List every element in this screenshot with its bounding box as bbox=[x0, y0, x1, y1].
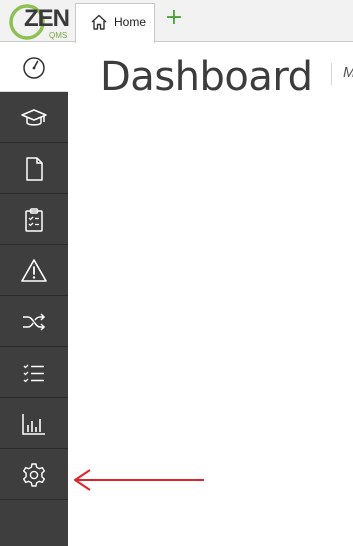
graduation-cap-icon bbox=[21, 108, 47, 126]
sidebar bbox=[0, 42, 68, 546]
top-bar: ZEN QMS Home + bbox=[0, 0, 353, 43]
sidebar-item-training[interactable] bbox=[0, 93, 68, 143]
home-icon bbox=[90, 13, 108, 31]
sidebar-item-audits[interactable] bbox=[0, 195, 68, 245]
truncated-header-text: M bbox=[343, 64, 353, 81]
warning-icon bbox=[21, 258, 47, 282]
header-divider bbox=[331, 63, 332, 85]
page-title: Dashboard bbox=[100, 54, 313, 100]
gear-icon bbox=[23, 462, 45, 487]
clipboard-checklist-icon bbox=[25, 207, 43, 232]
sidebar-item-checklists[interactable] bbox=[0, 348, 68, 398]
sidebar-item-dashboard[interactable] bbox=[0, 42, 68, 92]
sidebar-item-reports[interactable] bbox=[0, 399, 68, 449]
logo-text: ZEN bbox=[24, 5, 70, 32]
add-tab-button[interactable]: + bbox=[163, 6, 185, 30]
sidebar-item-settings[interactable] bbox=[0, 450, 68, 500]
zen-qms-logo[interactable]: ZEN QMS bbox=[8, 3, 70, 41]
document-icon bbox=[26, 156, 43, 181]
shuffle-icon bbox=[23, 312, 46, 331]
app-window: ZEN QMS Home + Dashboard bbox=[0, 0, 353, 546]
sidebar-item-risks[interactable] bbox=[0, 246, 68, 296]
tab-home[interactable]: Home bbox=[75, 3, 155, 43]
sidebar-item-documents[interactable] bbox=[0, 144, 68, 194]
checklist-icon bbox=[23, 364, 44, 382]
sidebar-item-processes[interactable] bbox=[0, 297, 68, 347]
gauge-icon bbox=[23, 56, 45, 79]
tab-label: Home bbox=[114, 15, 147, 29]
logo-subtext: QMS bbox=[49, 31, 68, 40]
annotation-arrow-icon bbox=[74, 469, 204, 491]
bar-chart-icon bbox=[22, 413, 45, 435]
